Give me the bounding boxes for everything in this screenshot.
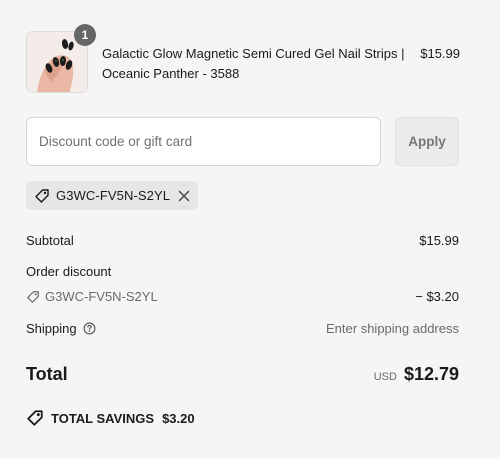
product-price: $15.99 bbox=[420, 46, 460, 61]
order-discount-label: Order discount bbox=[26, 264, 112, 279]
subtotal-row: Subtotal $15.99 bbox=[26, 233, 459, 248]
quantity-badge: 1 bbox=[74, 24, 96, 46]
order-discount-code-row: G3WC-FV5N-S2YL − $3.20 bbox=[26, 289, 459, 304]
tag-icon bbox=[34, 188, 50, 204]
savings-label: TOTAL SAVINGS bbox=[51, 410, 155, 426]
applied-discount-chip: G3WC-FV5N-S2YL bbox=[26, 181, 198, 210]
shipping-label-wrap: Shipping bbox=[26, 321, 101, 336]
subtotal-value: $15.99 bbox=[419, 233, 459, 248]
shipping-label: Shipping bbox=[26, 321, 77, 336]
total-label: Total bbox=[26, 364, 68, 384]
product-name: Galactic Glow Magnetic Semi Cured Gel Na… bbox=[102, 46, 405, 81]
remove-discount-close-icon[interactable] bbox=[178, 190, 190, 202]
help-icon[interactable] bbox=[83, 322, 101, 335]
order-discount-code: G3WC-FV5N-S2YL bbox=[45, 289, 158, 304]
tag-icon bbox=[27, 410, 43, 426]
total-savings: TOTAL SAVINGS $3.20 bbox=[26, 409, 195, 427]
tag-icon bbox=[27, 290, 39, 303]
total-row: Total USD $12.79 bbox=[26, 364, 459, 385]
order-discount-value: − $3.20 bbox=[415, 289, 459, 304]
shipping-value: Enter shipping address bbox=[326, 321, 459, 336]
currency-code: USD bbox=[373, 371, 397, 383]
discount-code-input[interactable] bbox=[26, 117, 381, 166]
total-amount-wrap: USD $12.79 bbox=[374, 364, 459, 385]
applied-discount-code: G3WC-FV5N-S2YL bbox=[56, 188, 171, 203]
apply-discount-button[interactable]: Apply bbox=[395, 117, 459, 166]
line-item: 1 Galactic Glow Magnetic Semi Cured Gel … bbox=[26, 24, 462, 95]
order-discount-row: Order discount bbox=[26, 264, 459, 279]
shipping-row: Shipping Enter shipping address bbox=[26, 321, 459, 336]
order-discount-code-wrap: G3WC-FV5N-S2YL bbox=[26, 289, 158, 304]
subtotal-label: Subtotal bbox=[26, 233, 74, 248]
savings-value: $3.20 bbox=[162, 410, 195, 426]
total-value: $12.79 bbox=[403, 364, 459, 384]
